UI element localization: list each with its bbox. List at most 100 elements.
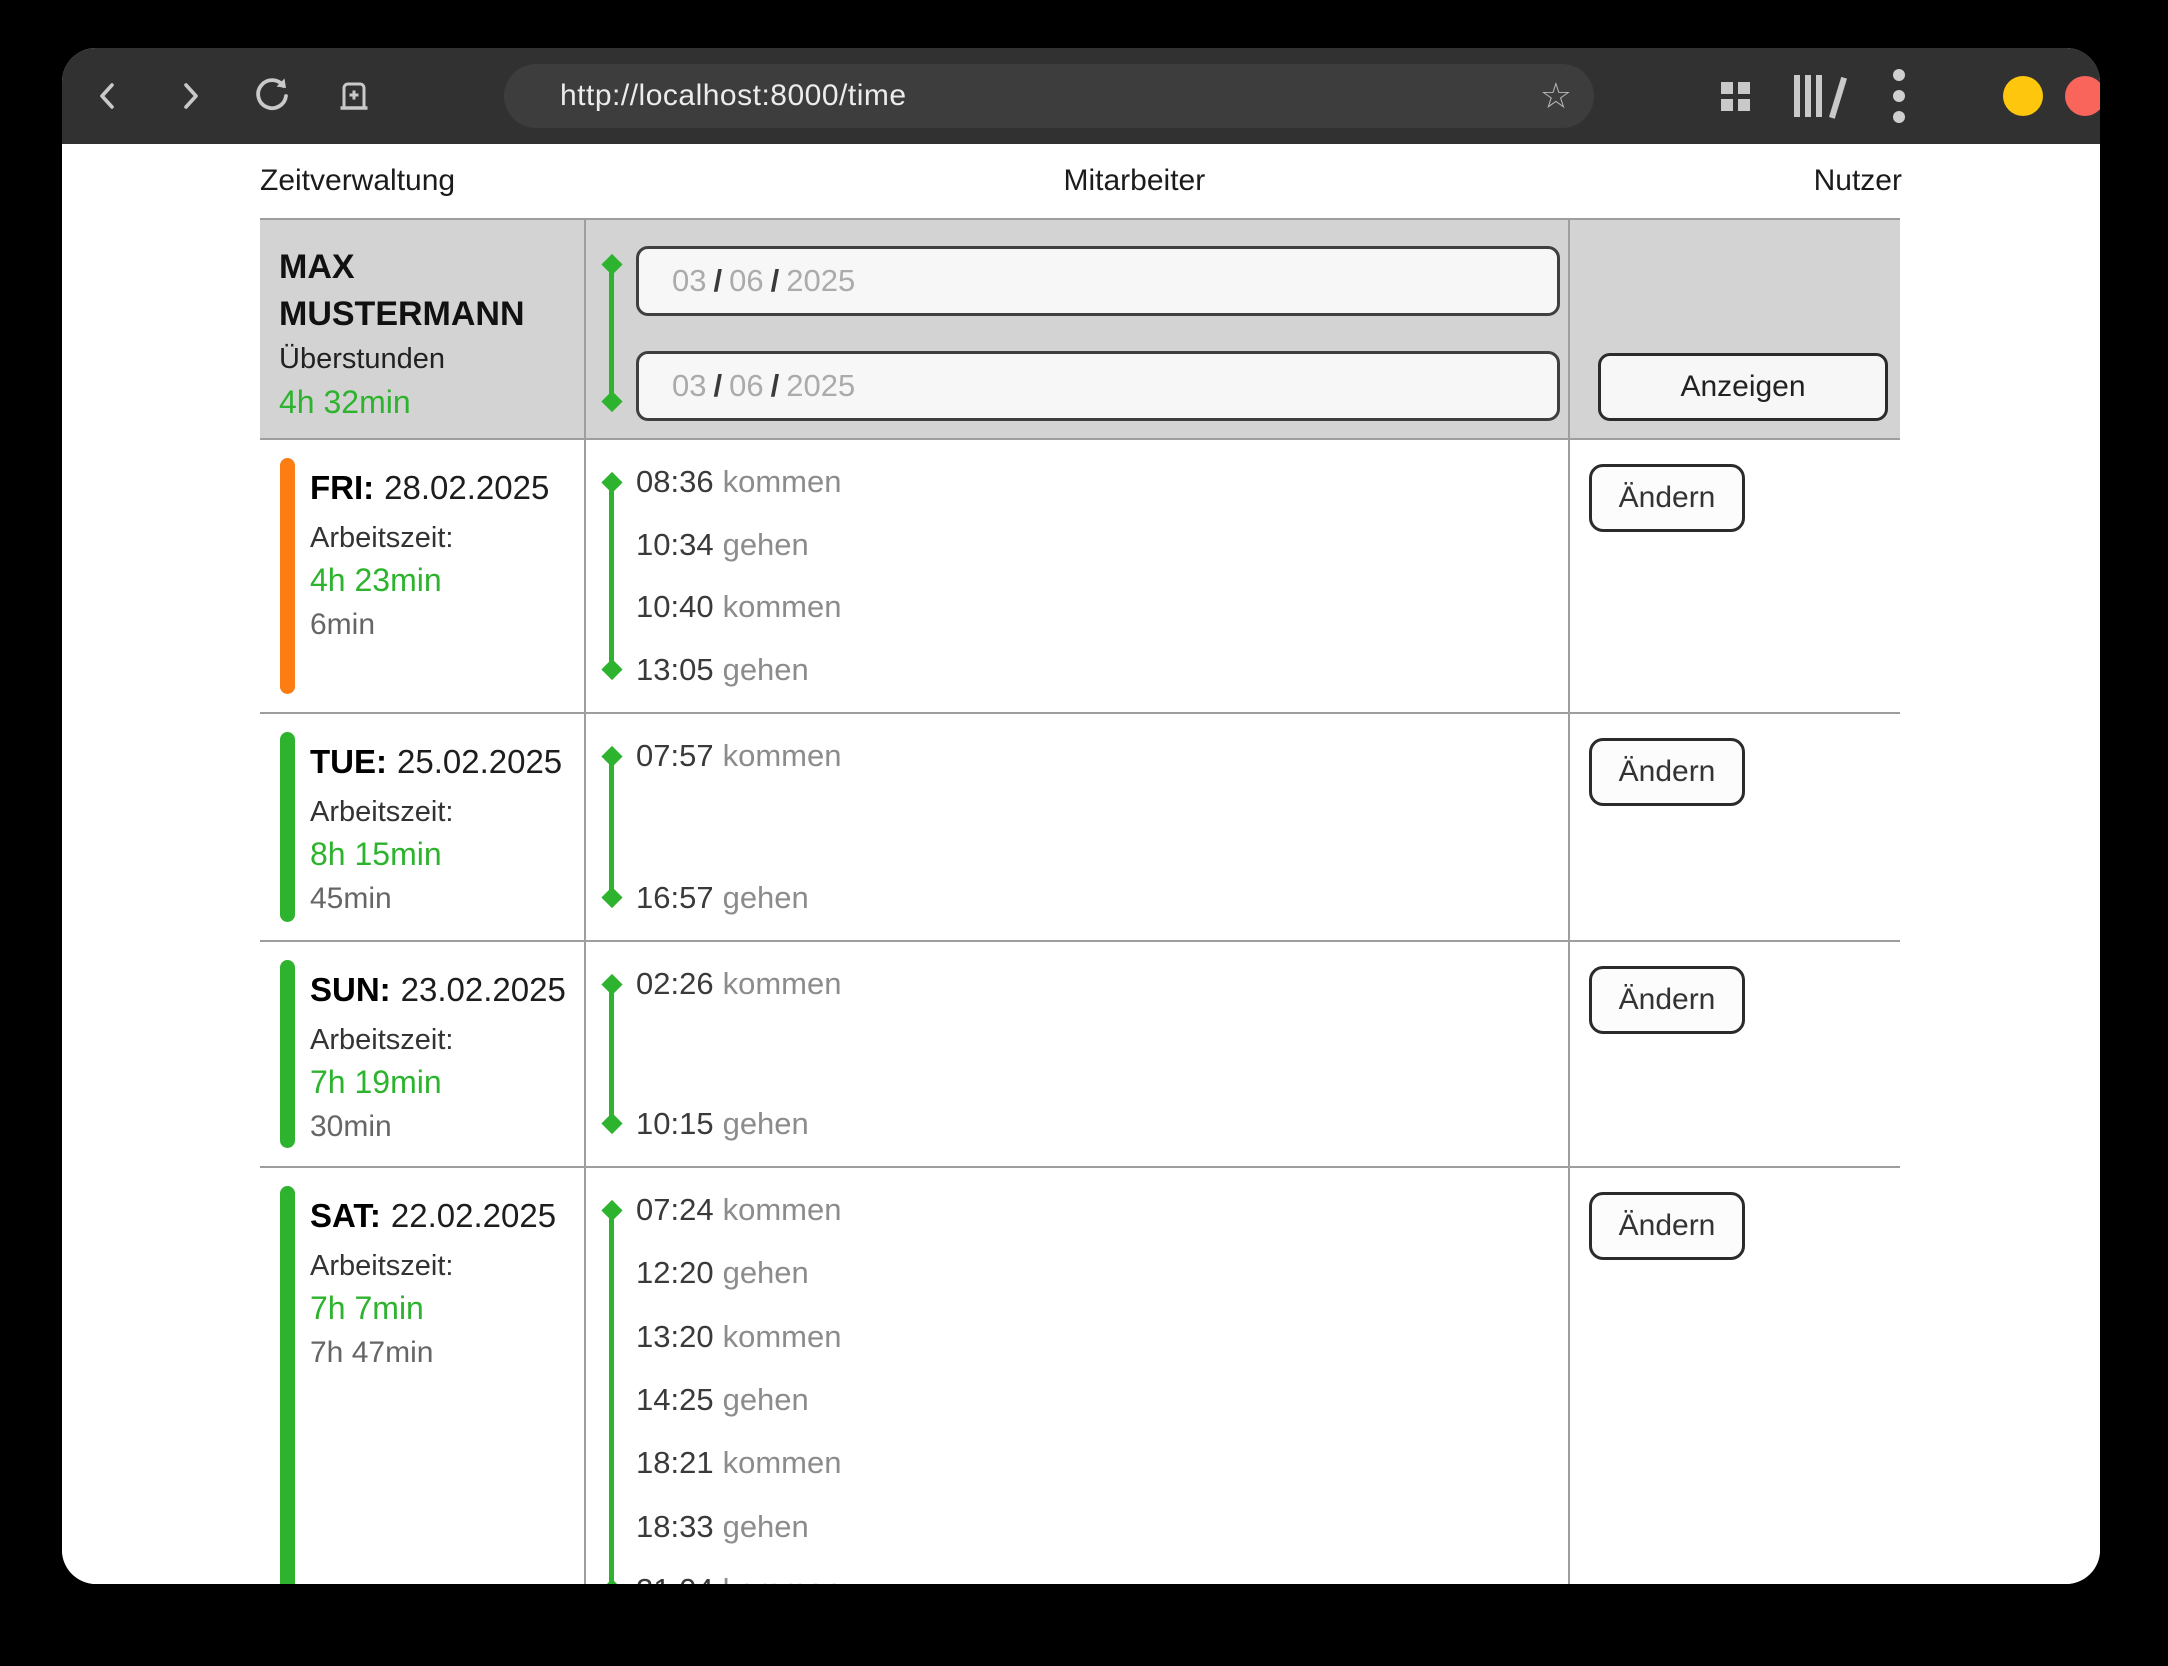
tab-grid-button[interactable] xyxy=(1707,68,1763,124)
employee-first-name: MAX xyxy=(279,244,584,291)
entry-action: gehen xyxy=(723,652,809,687)
address-bar[interactable]: http://localhost:8000/time ☆ xyxy=(504,64,1594,128)
day-weekday: SUN: xyxy=(310,971,391,1008)
date-to-input[interactable]: 03/06/2025 xyxy=(636,351,1560,421)
show-button-cell: Anzeigen xyxy=(1570,220,1898,438)
change-button-cell: Ändern xyxy=(1570,714,1898,940)
time-entries-cell: 02:26kommen 10:15 gehen xyxy=(586,942,1570,1166)
back-button[interactable] xyxy=(80,68,136,124)
library-button[interactable] xyxy=(1789,68,1845,124)
pause-value: 7h 47min xyxy=(310,1330,584,1376)
day-date: 28.02.2025 xyxy=(384,469,549,506)
day-rows: FRI: 28.02.2025 Arbeitszeit: 4h 23min 6mi… xyxy=(260,438,1900,1584)
change-button[interactable]: Ändern xyxy=(1589,1192,1745,1260)
entry-action: kommen xyxy=(723,738,842,773)
reload-button[interactable] xyxy=(244,68,300,124)
day-date: 22.02.2025 xyxy=(391,1197,556,1234)
date-to-month: 06 xyxy=(729,368,763,404)
entry-action: kommen xyxy=(723,589,842,624)
pause-value: 30min xyxy=(310,1104,584,1150)
timeline-connector xyxy=(609,984,614,1124)
time-entry: 07:24kommen xyxy=(636,1188,1568,1232)
entry-time: 14:25 xyxy=(636,1382,714,1417)
entry-action: gehen xyxy=(723,1382,809,1417)
entry-time: 10:15 xyxy=(636,1106,714,1141)
new-tab-button[interactable] xyxy=(326,68,382,124)
time-entry: 08:36kommen xyxy=(636,460,1568,504)
worktime-value: 7h 19min xyxy=(310,1060,584,1104)
worktime-label: Arbeitszeit: xyxy=(310,1246,584,1286)
change-button-cell: Ändern xyxy=(1570,942,1898,1166)
timeline-connector xyxy=(609,756,614,898)
time-entry-list: 07:57kommen 16:57gehen xyxy=(586,714,1568,940)
day-summary-cell: FRI:28.02.2025 Arbeitszeit: 4h 23min 6mi… xyxy=(260,440,586,712)
time-entry: 10:15 gehen xyxy=(636,1102,1568,1146)
show-button[interactable]: Anzeigen xyxy=(1598,353,1888,421)
time-entries-cell: 07:57kommen 16:57gehen xyxy=(586,714,1570,940)
time-entry: 07:57kommen xyxy=(636,734,1568,778)
day-status-bar xyxy=(280,1186,295,1584)
day-row: SAT: 22.02.2025 Arbeitszeit: 7h 7min 7h 4… xyxy=(260,1166,1900,1584)
page-content: Zeitverwaltung Mitarbeiter Nutzer MAX MU… xyxy=(62,144,2100,1584)
entry-action: kommen xyxy=(723,1319,842,1354)
day-summary-cell: SUN:23.02.2025 Arbeitszeit: 7h 19min 30m… xyxy=(260,942,586,1166)
entry-action: gehen xyxy=(723,880,809,915)
entry-time: 18:21 xyxy=(636,1445,714,1480)
time-entry: 18:21kommen xyxy=(636,1441,1568,1485)
date-separator: / xyxy=(771,263,780,299)
time-entry-list: 07:24kommen 12:20 gehen 13:20 kommen 14:25 geh… xyxy=(586,1168,1568,1584)
entry-action: gehen xyxy=(723,527,809,562)
entry-action: gehen xyxy=(723,1106,809,1141)
time-entries-cell: 07:24kommen 12:20 gehen 13:20 kommen 14:25 geh… xyxy=(586,1168,1570,1584)
browser-toolbar: http://localhost:8000/time ☆ xyxy=(62,48,2100,144)
change-button[interactable]: Ändern xyxy=(1589,738,1745,806)
time-entry: 16:57gehen xyxy=(636,876,1568,920)
time-entry: 02:26kommen xyxy=(636,962,1568,1006)
entry-action: gehen xyxy=(723,1509,809,1544)
day-date: 25.02.2025 xyxy=(397,743,562,780)
date-from-input[interactable]: 03/06/2025 xyxy=(636,246,1560,316)
date-to-day: 03 xyxy=(672,368,706,404)
minimize-button[interactable] xyxy=(2003,76,2043,116)
entry-time: 02:26 xyxy=(636,966,714,1001)
time-entry: 10:34gehen xyxy=(636,523,1568,567)
nav-item-zeitverwaltung[interactable]: Zeitverwaltung xyxy=(260,164,455,198)
browser-window: http://localhost:8000/time ☆ Zeitverwalt… xyxy=(62,48,2100,1584)
new-tab-icon xyxy=(335,77,373,115)
change-button[interactable]: Ändern xyxy=(1589,464,1745,532)
time-entries-cell: 08:36kommen10:34gehen10:40kommen13:05geh… xyxy=(586,440,1570,712)
close-button[interactable] xyxy=(2065,76,2100,116)
worktime-value: 8h 15min xyxy=(310,832,584,876)
day-weekday: SAT: xyxy=(310,1197,381,1234)
nav-item-mitarbeiter[interactable]: Mitarbeiter xyxy=(1064,164,1206,198)
timeline-connector xyxy=(609,482,614,670)
forward-button[interactable] xyxy=(162,68,218,124)
day-weekday: FRI: xyxy=(310,469,374,506)
worktime-value: 4h 23min xyxy=(310,558,584,602)
date-from-month: 06 xyxy=(729,263,763,299)
url-text: http://localhost:8000/time xyxy=(560,79,907,113)
menu-button[interactable] xyxy=(1871,68,1927,124)
nav-item-nutzer[interactable]: Nutzer xyxy=(1814,164,1902,198)
main-nav: Zeitverwaltung Mitarbeiter Nutzer xyxy=(260,144,1902,218)
day-row: SUN:23.02.2025 Arbeitszeit: 7h 19min 30m… xyxy=(260,940,1900,1166)
time-table: MAX MUSTERMANN Überstunden 4h 32min 03/0… xyxy=(260,218,1900,1584)
date-separator: / xyxy=(713,263,722,299)
time-entry: 21:04kommen xyxy=(636,1568,1568,1584)
library-icon xyxy=(1794,75,1840,117)
entry-time: 12:20 xyxy=(636,1255,714,1290)
bookmark-star-icon[interactable]: ☆ xyxy=(1540,78,1572,114)
employee-header-row: MAX MUSTERMANN Überstunden 4h 32min 03/0… xyxy=(260,218,1900,438)
change-button-cell: Ändern xyxy=(1570,1168,1898,1584)
time-entry: 10:40kommen xyxy=(636,585,1568,629)
day-weekday: TUE: xyxy=(310,743,387,780)
back-icon xyxy=(89,77,127,115)
entry-time: 18:33 xyxy=(636,1509,714,1544)
entry-time: 13:20 xyxy=(636,1319,714,1354)
pause-value: 6min xyxy=(310,602,584,648)
day-summary-cell: SAT: 22.02.2025 Arbeitszeit: 7h 7min 7h 4… xyxy=(260,1168,586,1584)
change-button[interactable]: Ändern xyxy=(1589,966,1745,1034)
time-entry: 18:33 gehen xyxy=(636,1505,1568,1549)
entry-action: gehen xyxy=(723,1255,809,1290)
worktime-value: 7h 7min xyxy=(310,1286,584,1330)
